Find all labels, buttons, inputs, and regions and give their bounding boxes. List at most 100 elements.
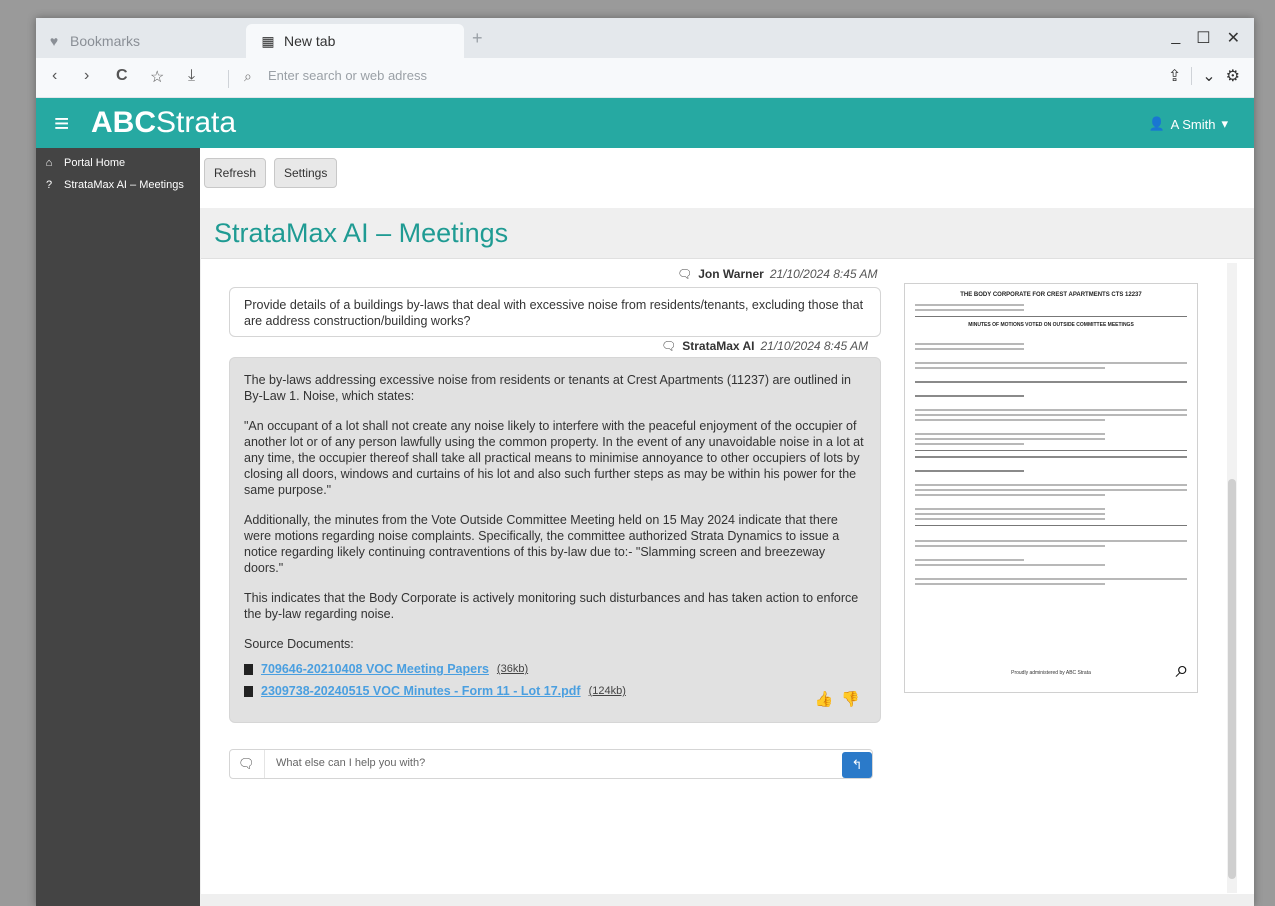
- magnifier-icon[interactable]: ⌕: [1176, 656, 1189, 684]
- scrollbar[interactable]: [1227, 263, 1237, 893]
- preview-text-line: [915, 348, 1024, 350]
- preview-text-line: [915, 545, 1106, 547]
- preview-text-line: [915, 470, 1024, 472]
- file-icon: [244, 663, 253, 675]
- sidebar-item-label: StrataMax AI – Meetings: [64, 179, 184, 191]
- grid-icon: ▦: [261, 32, 275, 49]
- sidebar-item-portal-home[interactable]: ⌂ Portal Home: [36, 152, 200, 174]
- document-preview[interactable]: THE BODY CORPORATE FOR CREST APARTMENTS …: [904, 283, 1198, 693]
- preview-text-line: [915, 559, 1024, 561]
- scrollbar-thumb[interactable]: [1228, 479, 1236, 879]
- preview-rule: [915, 450, 1187, 451]
- heart-icon: ♥: [49, 33, 59, 49]
- source-document: 709646-20210408 VOC Meeting Papers (36kb…: [244, 658, 866, 680]
- app-header: ≡ ABCStrata 👤 A Smith ▾: [36, 98, 1254, 148]
- preview-footer: Proudly administered by ABC Strata: [1011, 670, 1091, 676]
- close-icon[interactable]: ✕: [1227, 28, 1240, 48]
- preview-text-line: [915, 443, 1024, 445]
- preview-text-line: [915, 414, 1187, 416]
- answer-timestamp: 21/10/2024 8:45 AM: [760, 339, 869, 353]
- preview-text-line: [915, 409, 1187, 411]
- minimize-icon[interactable]: _: [1171, 28, 1180, 48]
- caret-down-icon: ▾: [1221, 116, 1228, 131]
- divider: [264, 750, 265, 778]
- back-icon[interactable]: ‹: [52, 67, 57, 85]
- chat-input[interactable]: [276, 757, 836, 769]
- menu-icon[interactable]: ≡: [54, 108, 69, 139]
- preview-text-line: [915, 381, 1187, 383]
- download-icon[interactable]: ⤓: [188, 67, 195, 85]
- tab-label: Bookmarks: [70, 33, 141, 49]
- question-meta: 🗨 Jon Warner 21/10/2024 8:45 AM: [677, 267, 877, 281]
- comment-icon: 🗨: [661, 339, 677, 353]
- feedback-controls: 👍 👎: [815, 692, 860, 708]
- chat-panel: 🗨 Jon Warner 21/10/2024 8:45 AM Provide …: [201, 258, 1254, 894]
- preview-text-line: [915, 583, 1106, 585]
- browser-window: ♥ Bookmarks ▦ New tab + _ ☐ ✕ ‹ › C ☆ ⤓ …: [36, 18, 1254, 906]
- preview-text-line: [915, 367, 1106, 369]
- source-link[interactable]: 2309738-20240515 VOC Minutes - Form 11 -…: [261, 683, 581, 699]
- preview-text-line: [915, 489, 1187, 491]
- preview-doc-subtitle: MINUTES OF MOTIONS VOTED ON OUTSIDE COMM…: [968, 322, 1134, 328]
- tab-new-tab[interactable]: ▦ New tab: [246, 24, 464, 58]
- preview-text-line: [915, 438, 1106, 440]
- sidebar-item-stratamax-ai-meetings[interactable]: ? StrataMax AI – Meetings: [36, 174, 200, 196]
- source-link[interactable]: 709646-20210408 VOC Meeting Papers: [261, 661, 489, 677]
- preview-rule: [915, 525, 1187, 526]
- answer-paragraph: The by-laws addressing excessive noise f…: [244, 373, 852, 403]
- share-icon[interactable]: ⇪: [1168, 66, 1181, 86]
- preview-text-line: [915, 362, 1187, 364]
- nav-right-controls: ⇪ ⌄ ⚙: [1168, 66, 1240, 86]
- navigation-bar: ‹ › C ☆ ⤓ ⌕ Enter search or web adress ⇪…: [36, 58, 1254, 98]
- answer-meta: 🗨 StrataMax AI 21/10/2024 8:45 AM: [661, 339, 868, 353]
- comment-icon: 🗨: [677, 267, 693, 281]
- chevron-down-icon[interactable]: ⌄: [1202, 66, 1215, 86]
- sidebar-item-label: Portal Home: [64, 157, 126, 169]
- thumbs-up-icon[interactable]: 👍: [815, 692, 834, 708]
- user-name: A Smith: [1170, 116, 1216, 132]
- forward-icon[interactable]: ›: [84, 67, 89, 85]
- address-bar[interactable]: Enter search or web adress: [268, 68, 427, 83]
- preview-text-line: [915, 304, 1024, 306]
- comment-icon: 🗨: [238, 756, 255, 771]
- tab-label: New tab: [284, 33, 336, 49]
- preview-text-line: [915, 343, 1024, 345]
- user-menu[interactable]: 👤 A Smith ▾: [1148, 116, 1228, 132]
- maximize-icon[interactable]: ☐: [1196, 28, 1210, 48]
- preview-text-line: [915, 484, 1187, 486]
- preview-text-line: [915, 456, 1187, 458]
- settings-button[interactable]: Settings: [274, 158, 338, 188]
- preview-text-line: [915, 540, 1187, 542]
- reload-icon[interactable]: C: [116, 67, 128, 85]
- star-icon[interactable]: ☆: [150, 67, 164, 87]
- answer-author: StrataMax AI: [682, 339, 755, 353]
- main-content: Refresh Settings StrataMax AI – Meetings…: [200, 148, 1254, 906]
- preview-rule: [915, 316, 1187, 317]
- answer-bubble: The by-laws addressing excessive noise f…: [229, 357, 881, 723]
- brand-light: Strata: [156, 106, 237, 139]
- question-timestamp: 21/10/2024 8:45 AM: [769, 267, 878, 281]
- send-button[interactable]: ↰: [842, 752, 872, 778]
- divider: [228, 70, 229, 88]
- thumbs-down-icon[interactable]: 👎: [841, 692, 860, 708]
- brand-logo[interactable]: ABCStrata: [91, 106, 236, 140]
- answer-paragraph: Additionally, the minutes from the Vote …: [244, 513, 840, 575]
- preview-text-line: [915, 494, 1106, 496]
- toolbar: Refresh Settings: [200, 148, 1254, 208]
- tab-bookmarks[interactable]: ♥ Bookmarks: [46, 24, 246, 58]
- search-icon: ⌕: [244, 68, 252, 84]
- help-circle-icon: ?: [45, 179, 53, 191]
- preview-text-line: [915, 309, 1024, 311]
- divider: [1191, 67, 1193, 85]
- sidebar: ⌂ Portal Home ? StrataMax AI – Meetings: [36, 148, 200, 906]
- preview-text-line: [915, 419, 1106, 421]
- answer-paragraph: This indicates that the Body Corporate i…: [244, 591, 859, 621]
- gear-icon[interactable]: ⚙: [1226, 66, 1240, 86]
- preview-text-line: [915, 578, 1187, 580]
- preview-text-line: [915, 395, 1024, 397]
- new-tab-plus-icon[interactable]: +: [472, 28, 483, 49]
- user-icon: 👤: [1148, 116, 1165, 131]
- source-size: (124kb): [588, 685, 626, 697]
- refresh-button[interactable]: Refresh: [204, 158, 267, 188]
- preview-text-line: [915, 513, 1106, 515]
